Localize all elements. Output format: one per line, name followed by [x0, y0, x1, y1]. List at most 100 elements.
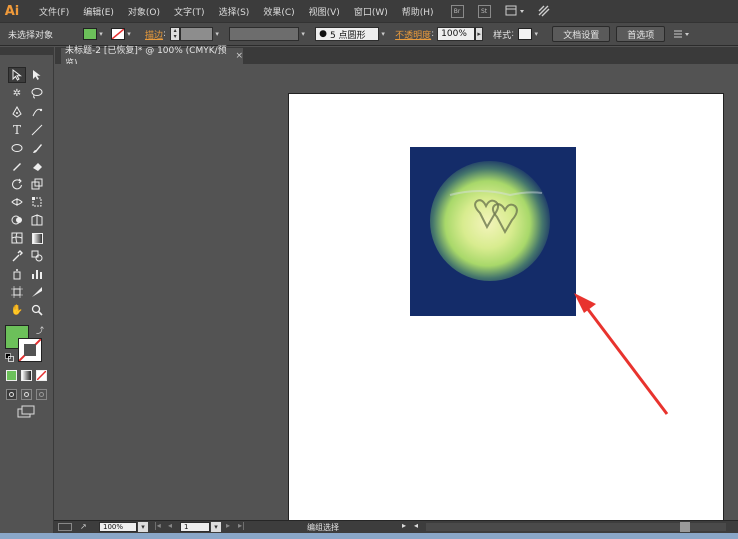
opacity-input[interactable]: 100% [437, 27, 476, 41]
stroke-label[interactable]: 描边 [145, 28, 163, 41]
close-icon[interactable]: × [235, 51, 243, 61]
scale-tool-icon[interactable] [28, 176, 46, 192]
ellipse-tool-icon[interactable] [8, 140, 26, 156]
share-icon[interactable]: ↗ [80, 522, 87, 531]
os-taskbar [0, 533, 738, 539]
brush-label: 5 点圆形 [329, 30, 366, 41]
zoom-level-field[interactable]: 100% [99, 522, 137, 532]
menu-window[interactable]: 窗口(W) [347, 0, 395, 22]
shape-builder-icon[interactable] [8, 212, 26, 228]
mesh-tool-icon[interactable] [8, 230, 26, 246]
chevron-down-icon[interactable]: ▾ [211, 522, 221, 532]
previous-artboard-icon[interactable]: ◂ [168, 521, 172, 530]
magic-wand-icon[interactable]: ✲ [8, 85, 26, 101]
paintbrush-tool-icon[interactable] [28, 140, 46, 156]
draw-inside-icon[interactable] [36, 389, 47, 400]
colon: : [511, 29, 515, 39]
draw-normal-icon[interactable] [6, 389, 17, 400]
app-logo: Ai [4, 3, 20, 19]
blend-tool-icon[interactable] [28, 248, 46, 264]
curvature-tool-icon[interactable] [28, 104, 46, 120]
document-tab[interactable]: 未标题-2 [已恢复]* @ 100% (CMYK/预览) × [61, 46, 243, 69]
slice-tool-icon[interactable] [28, 284, 46, 300]
tools-panel: ✲ T ✋ ⤴ [0, 55, 54, 539]
column-graph-icon[interactable] [28, 266, 46, 282]
chevron-down-icon[interactable]: ▾ [379, 28, 387, 40]
chevron-down-icon[interactable]: ▾ [125, 28, 133, 40]
type-tool-icon[interactable]: T [8, 122, 26, 138]
width-tool-icon[interactable] [8, 194, 26, 210]
eyedropper-icon[interactable] [8, 248, 26, 264]
screen-mode-icon[interactable] [17, 405, 35, 418]
default-colors-icon[interactable] [5, 353, 14, 362]
next-artboard-icon[interactable]: ▸ [226, 521, 230, 530]
symbol-sprayer-icon[interactable] [8, 266, 26, 282]
arrange-documents-icon[interactable] [505, 5, 527, 17]
direct-selection-tool-icon[interactable] [28, 67, 46, 83]
menu-effect[interactable]: 效果(C) [256, 0, 301, 22]
menu-select[interactable]: 选择(S) [212, 0, 257, 22]
stroke-weight-stepper[interactable]: ▴ ▾ [170, 27, 181, 41]
stock-icon[interactable]: St [477, 4, 491, 18]
brush-field[interactable]: ● 5 点圆形 [315, 27, 380, 41]
scroll-left-icon[interactable]: ◂ [414, 521, 418, 530]
artwork-image[interactable] [410, 147, 576, 316]
chevron-down-icon[interactable]: ▾ [138, 522, 148, 532]
pencil-tool-icon[interactable] [8, 158, 26, 174]
chevron-down-icon[interactable]: ▾ [97, 28, 105, 40]
swap-fill-stroke-icon[interactable]: ⤴ [36, 325, 44, 336]
menu-help[interactable]: 帮助(H) [395, 0, 441, 22]
variable-width-profile[interactable] [229, 27, 300, 41]
panel-menu-icon[interactable] [673, 28, 691, 40]
chevron-right-icon[interactable]: ▸ [402, 521, 406, 530]
menu-view[interactable]: 视图(V) [302, 0, 347, 22]
perspective-grid-icon[interactable] [28, 212, 46, 228]
rotate-tool-icon[interactable] [8, 176, 26, 192]
stroke-color-box[interactable] [18, 338, 42, 362]
chevron-down-icon[interactable]: ▾ [299, 28, 307, 40]
first-artboard-icon[interactable]: |◂ [154, 521, 161, 530]
menu-edit[interactable]: 编辑(E) [76, 0, 121, 22]
style-swatch[interactable] [518, 28, 533, 40]
menu-object[interactable]: 对象(O) [121, 0, 167, 22]
color-mode-icon[interactable] [6, 370, 17, 381]
zoom-tool-icon[interactable] [28, 302, 46, 318]
chevron-down-icon[interactable]: ▾ [213, 28, 221, 40]
opacity-label[interactable]: 不透明度 [395, 28, 431, 41]
menu-file[interactable]: 文件(F) [32, 0, 76, 22]
fill-swatch[interactable] [83, 28, 98, 40]
stroke-weight-field[interactable] [180, 27, 214, 41]
draw-behind-icon[interactable] [21, 389, 32, 400]
last-artboard-icon[interactable]: ▸| [238, 521, 245, 530]
line-segment-tool-icon[interactable] [28, 122, 46, 138]
status-bar: ↗ 100% ▾ |◂ ◂ 1 ▾ ▸ ▸| 编组选择 ▸ ◂ [54, 520, 738, 533]
chevron-right-icon[interactable]: ▸ [475, 27, 484, 41]
gpu-icon[interactable] [537, 4, 551, 18]
eraser-tool-icon[interactable] [28, 158, 46, 174]
bridge-icon[interactable]: Br [450, 4, 464, 18]
status-icon[interactable] [58, 523, 72, 531]
bullet-icon: ● [319, 29, 327, 39]
tools-panel-header[interactable] [0, 47, 54, 55]
document-tab-bar: 未标题-2 [已恢复]* @ 100% (CMYK/预览) × [55, 46, 738, 69]
pen-tool-icon[interactable] [8, 104, 26, 120]
preferences-button[interactable]: 首选项 [616, 26, 666, 42]
gradient-tool-icon[interactable] [28, 230, 46, 246]
free-transform-icon[interactable] [28, 194, 46, 210]
hearts-graphic [449, 190, 543, 235]
artboard-number-field[interactable]: 1 [180, 522, 210, 532]
document-setup-button[interactable]: 文档设置 [552, 26, 611, 42]
gradient-mode-icon[interactable] [21, 370, 32, 381]
chevron-down-icon[interactable]: ▾ [532, 28, 540, 40]
lasso-icon[interactable] [28, 85, 46, 101]
scrollbar-thumb[interactable] [680, 522, 690, 532]
selection-tool-icon[interactable] [8, 67, 26, 83]
stroke-swatch[interactable] [111, 28, 126, 40]
colon: : [163, 29, 167, 39]
none-mode-icon[interactable] [36, 370, 47, 381]
hand-tool-icon[interactable]: ✋ [8, 302, 26, 318]
menu-bar: Ai 文件(F) 编辑(E) 对象(O) 文字(T) 选择(S) 效果(C) 视… [0, 0, 738, 22]
artboard-tool-icon[interactable] [8, 284, 26, 300]
selection-status: 未选择对象 [8, 30, 54, 41]
menu-type[interactable]: 文字(T) [167, 0, 212, 22]
